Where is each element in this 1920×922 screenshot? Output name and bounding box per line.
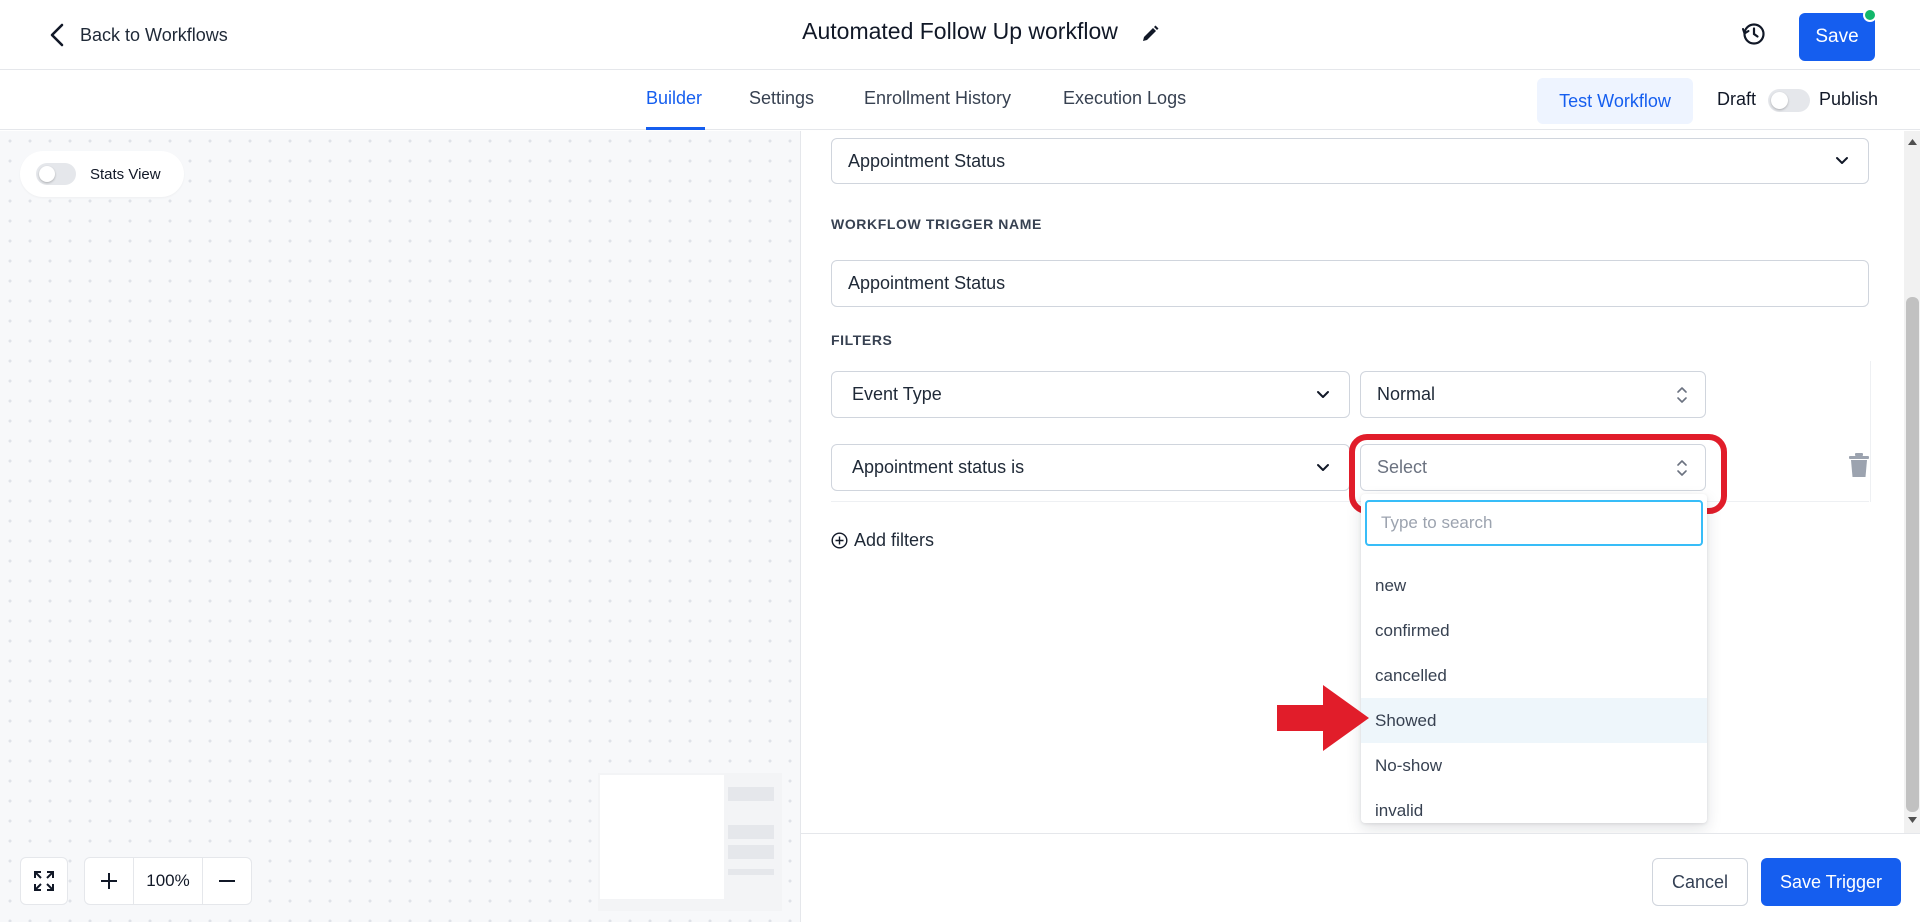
minimap-node: [728, 825, 774, 839]
tab-execution-logs[interactable]: Execution Logs: [1063, 88, 1186, 109]
tab-enrollment-history[interactable]: Enrollment History: [864, 88, 1011, 109]
chevron-up-down-icon: [1677, 386, 1687, 403]
filter-value-text: Normal: [1377, 384, 1436, 404]
stats-view-label: Stats View: [90, 165, 161, 183]
filters-divider: [1870, 361, 1871, 502]
top-header: Back to Workflows Automated Follow Up wo…: [0, 0, 1920, 70]
zoom-group: 100%: [84, 857, 252, 905]
plus-icon: [101, 873, 117, 889]
annotation-arrow-icon: [1277, 685, 1369, 751]
filters-label: FILTERS: [831, 332, 893, 348]
filter-value-select[interactable]: Normal: [1360, 371, 1706, 418]
zoom-out-button[interactable]: [203, 858, 251, 904]
option-showed[interactable]: Showed: [1361, 698, 1707, 743]
tabs-bar: Builder Settings Enrollment History Exec…: [0, 70, 1920, 130]
minimap-viewport: [600, 775, 724, 899]
canvas-minimap[interactable]: [598, 773, 782, 911]
publish-label: Publish: [1819, 89, 1879, 109]
filter-field-select[interactable]: Appointment status is: [831, 444, 1350, 491]
back-to-workflows-link[interactable]: Back to Workflows: [48, 20, 228, 50]
minus-icon: [219, 880, 235, 882]
trigger-settings-panel: Appointment Status WORKFLOW TRIGGER NAME…: [800, 131, 1920, 922]
zoom-level: 100%: [133, 858, 203, 904]
status-options-dropdown: new confirmed cancelled Showed No-show i…: [1361, 494, 1707, 823]
chevron-down-icon: [1317, 463, 1329, 471]
chevron-left-icon: [50, 23, 64, 47]
publish-toggle[interactable]: [1768, 89, 1810, 112]
option-new[interactable]: new: [1361, 563, 1707, 608]
tab-settings[interactable]: Settings: [749, 88, 814, 109]
trigger-type-value: Appointment Status: [848, 150, 1006, 171]
trash-icon[interactable]: [1848, 452, 1870, 478]
filter-field-value: Appointment status is: [852, 457, 1025, 477]
option-invalid[interactable]: invalid: [1361, 788, 1707, 833]
scroll-up-icon[interactable]: [1907, 137, 1918, 147]
back-label: Back to Workflows: [80, 24, 228, 45]
add-filters-button[interactable]: Add filters: [831, 528, 934, 552]
filter-field-select[interactable]: Event Type: [831, 371, 1350, 418]
test-workflow-button[interactable]: Test Workflow: [1537, 78, 1693, 124]
active-tab-indicator: [646, 127, 705, 130]
tab-builder[interactable]: Builder: [646, 88, 702, 109]
option-confirmed[interactable]: confirmed: [1361, 608, 1707, 653]
plus-circle-icon: [831, 531, 848, 549]
options-search-input[interactable]: [1365, 500, 1703, 546]
fit-to-screen-button[interactable]: [20, 857, 68, 905]
cancel-button[interactable]: Cancel: [1652, 858, 1748, 906]
scrollbar-thumb[interactable]: [1906, 297, 1919, 812]
trigger-name-input[interactable]: Appointment Status: [831, 260, 1869, 307]
history-icon[interactable]: [1740, 20, 1768, 48]
select-placeholder: Select: [1377, 457, 1428, 477]
minimap-node: [728, 845, 774, 859]
workflow-title: Automated Follow Up workflow: [802, 18, 1118, 44]
stats-view-control: Stats View: [20, 151, 184, 197]
unsaved-status-dot: [1863, 8, 1877, 22]
stats-view-toggle[interactable]: [36, 163, 76, 185]
appointment-status-select[interactable]: Select: [1360, 444, 1706, 491]
chevron-up-down-icon: [1677, 459, 1687, 476]
minimap-node: [728, 869, 774, 875]
chevron-down-icon: [1836, 157, 1848, 164]
trigger-name-value: Appointment Status: [848, 273, 1006, 293]
filters-divider: [831, 501, 1869, 502]
option-cancelled[interactable]: cancelled: [1361, 653, 1707, 698]
pencil-icon[interactable]: [1140, 24, 1160, 44]
trigger-name-label: WORKFLOW TRIGGER NAME: [831, 216, 1042, 232]
minimap-node: [728, 787, 774, 801]
panel-footer: Cancel Save Trigger: [801, 833, 1920, 922]
draft-label: Draft: [1717, 89, 1757, 109]
trigger-type-select[interactable]: Appointment Status: [831, 138, 1869, 184]
chevron-down-icon: [1317, 390, 1329, 398]
save-trigger-button[interactable]: Save Trigger: [1761, 858, 1901, 906]
zoom-controls: 100%: [20, 857, 252, 905]
expand-icon: [34, 871, 54, 891]
scroll-down-icon[interactable]: [1907, 815, 1918, 825]
workflow-canvas[interactable]: Stats View 100%: [0, 131, 800, 922]
filter-field-value: Event Type: [852, 384, 942, 404]
save-button[interactable]: Save: [1799, 13, 1875, 61]
add-filters-label: Add filters: [854, 529, 935, 550]
zoom-in-button[interactable]: [85, 858, 133, 904]
option-no-show[interactable]: No-show: [1361, 743, 1707, 788]
